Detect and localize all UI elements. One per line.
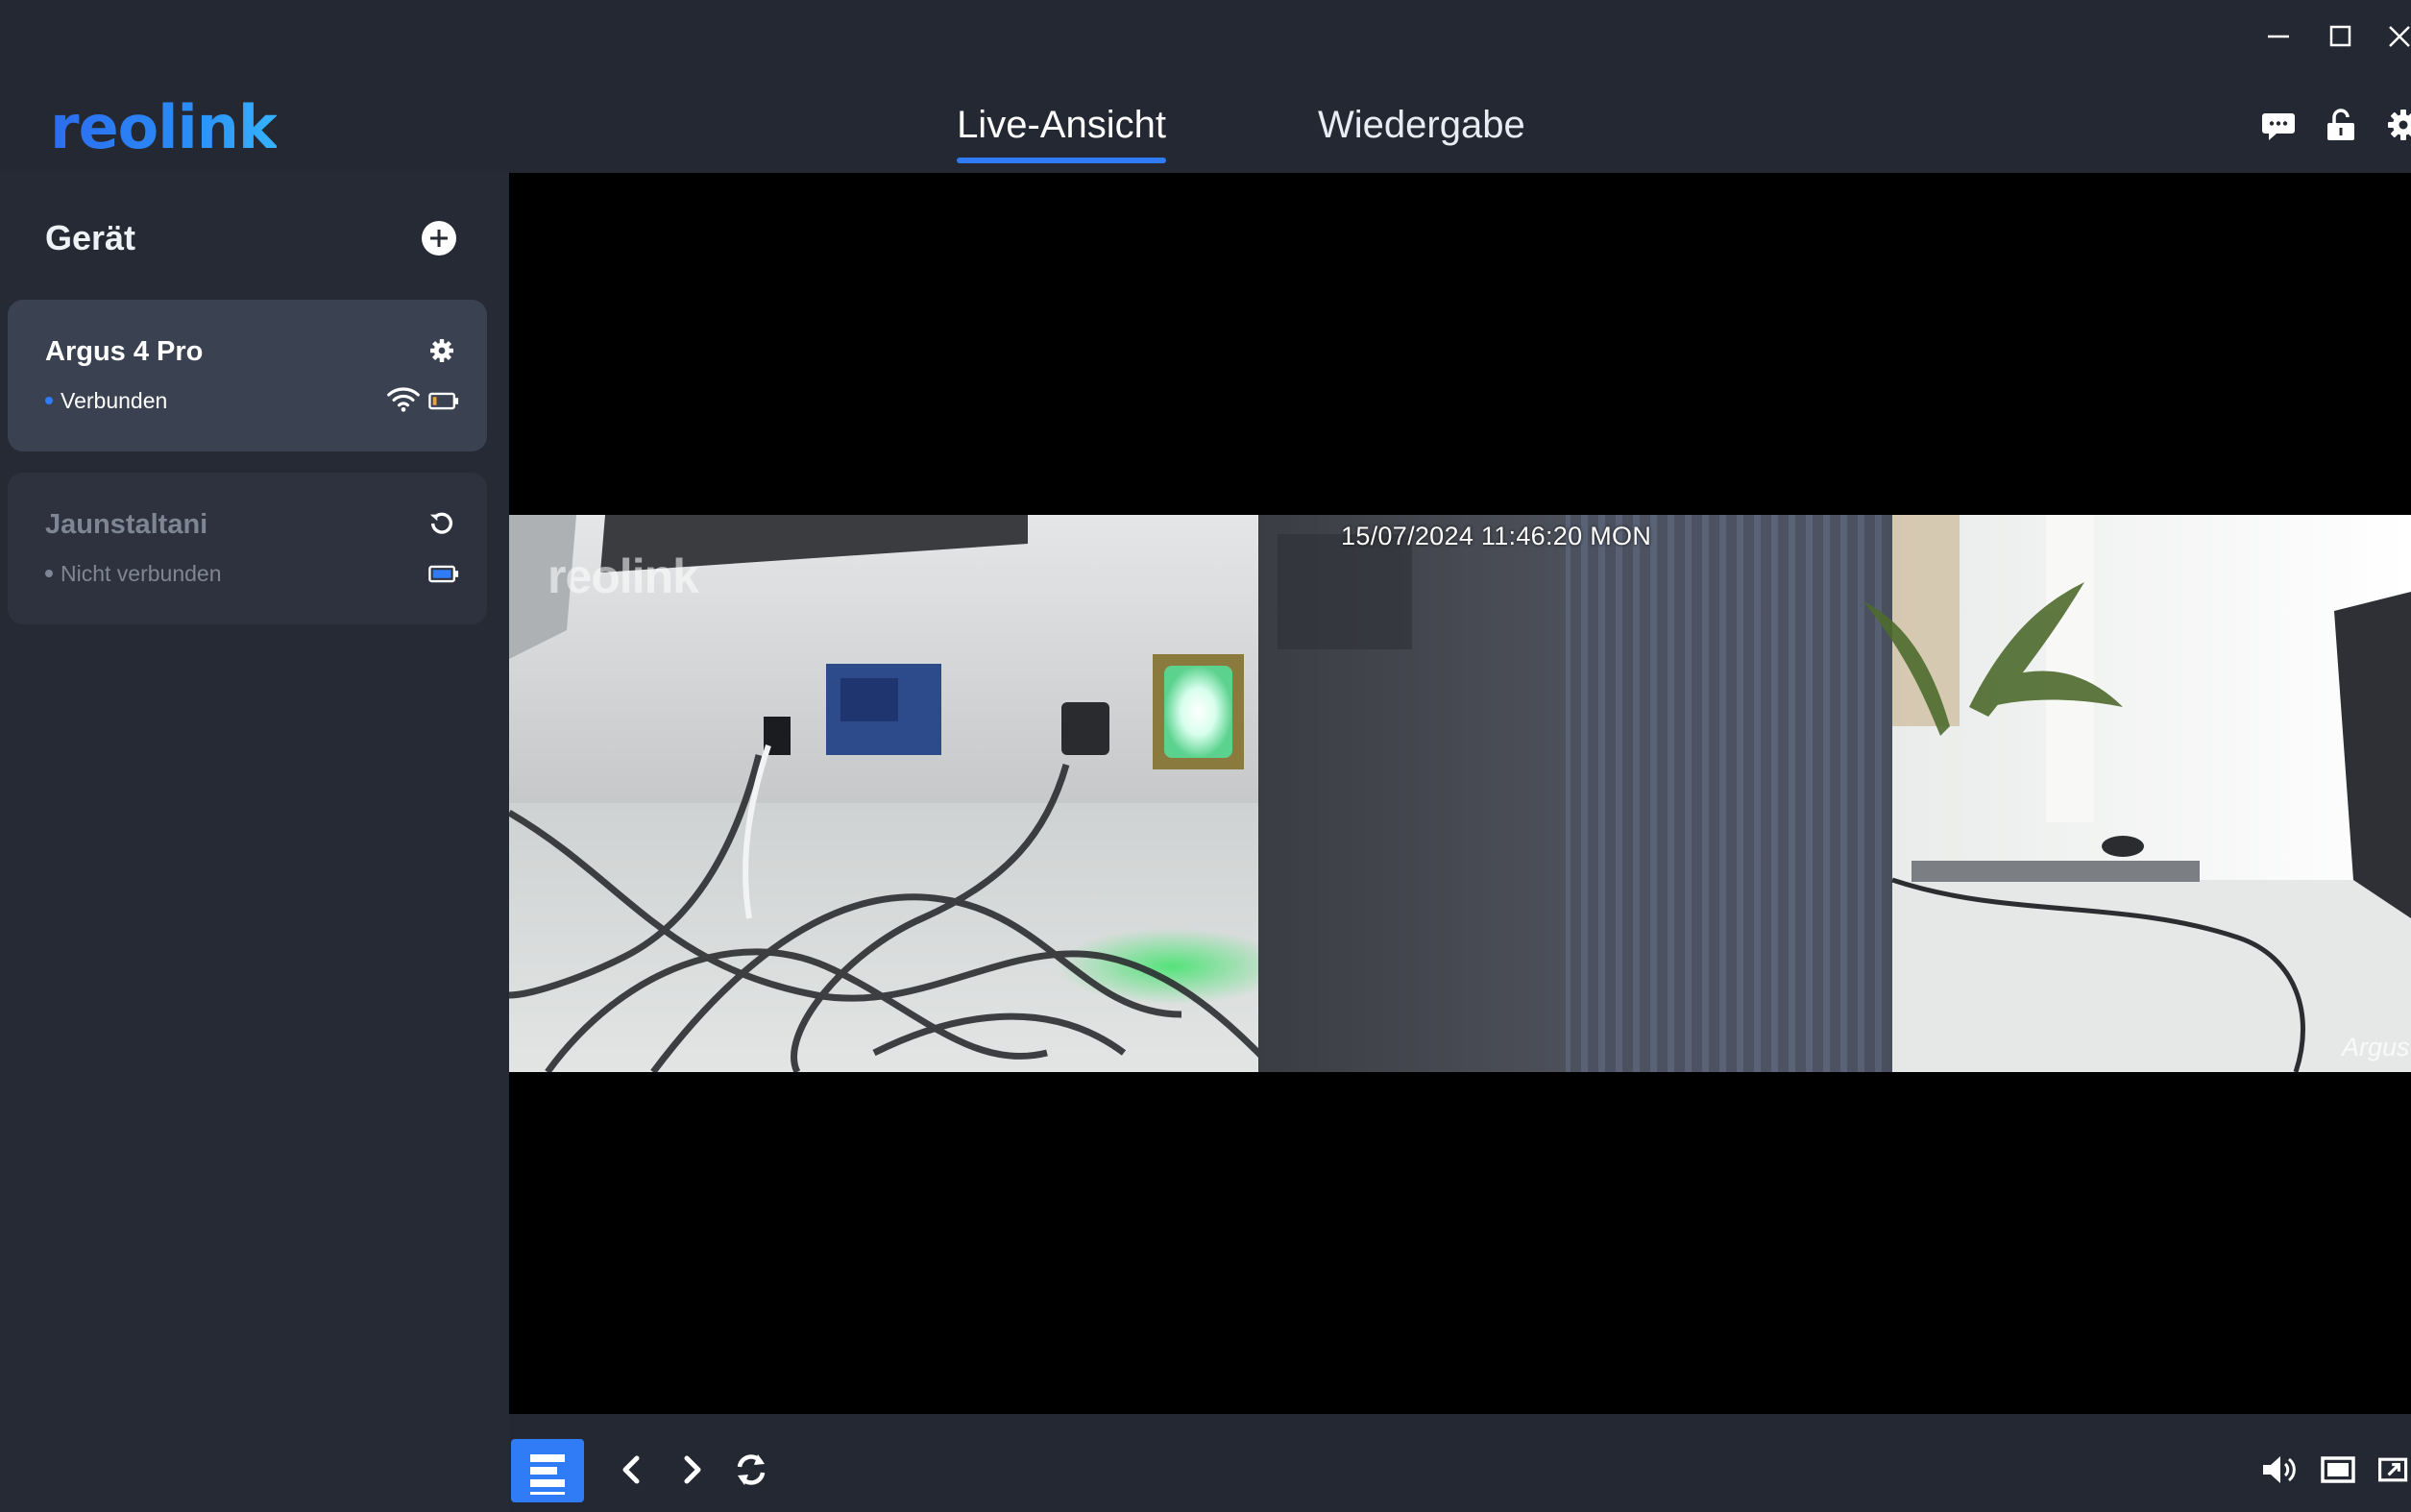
layout-list-icon[interactable] (511, 1439, 584, 1502)
status-dot (45, 569, 53, 577)
header-bar: reolink Live-Ansicht Wiedergabe (0, 0, 2411, 173)
refresh-icon[interactable] (732, 1451, 770, 1489)
device-name: Argus 4 Pro (45, 336, 204, 367)
video-watermark: reolink (548, 549, 699, 603)
bottom-toolbar (509, 1414, 2411, 1512)
device-card-argus-4-pro[interactable]: Argus 4 Pro Verbunden (8, 300, 487, 451)
device-status: Verbunden (45, 386, 167, 415)
live-view-area[interactable]: 15/07/2024 11:46:20 MON reolink Argus (509, 173, 2411, 1414)
volume-icon[interactable] (2259, 1451, 2298, 1489)
fullscreen-icon[interactable] (2376, 1451, 2411, 1489)
window-icon[interactable] (2319, 1451, 2357, 1489)
camera-label: Argus (2342, 1033, 2410, 1061)
device-sidebar: Gerät Argus 4 Pro Verbunden Jaunstaltani… (0, 173, 509, 1512)
battery-full-icon (428, 565, 459, 583)
device-status: Nicht verbunden (45, 559, 222, 588)
app-window: reolink Live-Ansicht Wiedergabe Gerät Ar… (0, 0, 2411, 1512)
status-dot (45, 396, 53, 404)
minimize-icon[interactable] (2259, 17, 2298, 56)
gear-icon[interactable] (427, 336, 456, 365)
unlock-icon[interactable] (2322, 106, 2360, 144)
tab-playback[interactable]: Wiedergabe (1318, 98, 1525, 152)
maximize-icon[interactable] (2322, 17, 2360, 56)
camera-stream[interactable]: 15/07/2024 11:46:20 MON reolink Argus (509, 515, 2411, 1072)
camera-frame-image (509, 515, 2411, 1072)
device-status-label: Verbunden (61, 388, 168, 413)
wifi-icon (386, 385, 421, 413)
video-timestamp: 15/07/2024 11:46:20 MON (1341, 522, 1652, 550)
reolink-logo: reolink (50, 92, 278, 162)
tab-live-view[interactable]: Live-Ansicht (957, 98, 1166, 163)
close-icon[interactable] (2380, 17, 2411, 56)
device-name: Jaunstaltani (45, 509, 208, 540)
reconnect-icon[interactable] (427, 509, 456, 538)
sidebar-title: Gerät (45, 218, 136, 257)
device-status-label: Nicht verbunden (61, 561, 222, 586)
chevron-left-icon[interactable] (613, 1451, 651, 1489)
battery-low-icon (428, 392, 459, 410)
message-icon[interactable] (2259, 106, 2298, 144)
device-card-jaunstaltani[interactable]: Jaunstaltani Nicht verbunden (8, 473, 487, 624)
plus-circle-icon[interactable] (420, 219, 458, 257)
gear-icon[interactable] (2384, 106, 2411, 144)
chevron-right-icon[interactable] (672, 1451, 711, 1489)
